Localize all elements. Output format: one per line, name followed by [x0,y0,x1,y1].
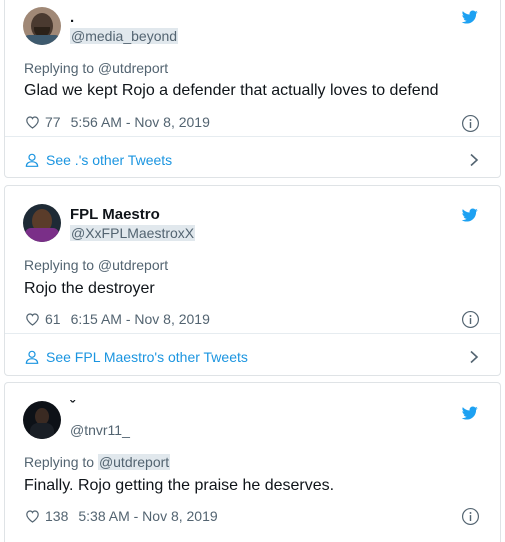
timestamp[interactable]: 5:56 AM - Nov 8, 2019 [71,114,210,130]
tweet-card-2: FPL Maestro @XxFPLMaestroxX Replying to … [4,185,501,376]
chevron-right-icon [468,350,480,364]
tweet-card-3: ˇ @tnvr11_ Replying to @utdreport Finall… [4,382,501,542]
avatar[interactable] [23,7,61,45]
tweet-header: ˇ @tnvr11_ [23,399,130,439]
info-icon[interactable] [461,114,480,133]
person-icon [24,152,40,168]
tweet-card-1: . @media_beyond Replying to @utdreport G… [4,0,501,178]
like-count[interactable]: 77 [45,114,61,130]
tweet-text: Glad we kept Rojo a defender that actual… [24,82,439,99]
see-other-tweets-link[interactable]: See FPL Maestro's other Tweets [24,346,480,368]
divider [5,333,500,334]
replying-to-user[interactable]: @utdreport [97,454,171,470]
heart-icon[interactable] [24,311,41,327]
handle-text[interactable]: @media_beyond [70,27,179,44]
tweet-header: FPL Maestro @XxFPLMaestroxX [23,204,196,242]
see-other-tweets-label: See .'s other Tweets [46,152,173,168]
person-icon [24,349,40,365]
twitter-bird-icon[interactable] [460,207,480,223]
tweet-meta: 77 5:56 AM - Nov 8, 2019 [24,114,210,130]
chevron-right-icon [468,153,480,167]
like-count[interactable]: 138 [45,508,68,524]
twitter-bird-icon[interactable] [460,405,480,421]
handle-text[interactable]: @XxFPLMaestroxX [70,224,196,241]
avatar[interactable] [23,401,61,439]
timestamp[interactable]: 5:38 AM - Nov 8, 2019 [78,508,217,524]
info-icon[interactable] [461,310,480,329]
like-count[interactable]: 61 [45,311,61,327]
user-handle[interactable]: @tnvr11_ [70,421,130,439]
display-name[interactable]: . [70,8,178,27]
display-name[interactable]: FPL Maestro [70,205,195,224]
tweet-text: Finally. Rojo getting the praise he dese… [24,477,335,494]
user-handle[interactable]: @XxFPLMaestroxX [70,224,196,242]
timestamp[interactable]: 6:15 AM - Nov 8, 2019 [71,311,210,327]
replying-to: Replying to @utdreport [24,454,171,470]
divider [5,136,500,137]
replying-to: Replying to @utdreport [24,60,169,76]
info-icon[interactable] [461,507,480,526]
tweet-text: Rojo the destroyer [24,280,155,297]
display-name[interactable]: ˇ [70,399,130,414]
see-other-tweets-link[interactable]: See .'s other Tweets [24,149,480,171]
tweet-meta: 138 5:38 AM - Nov 8, 2019 [24,508,218,524]
tweet-meta: 61 6:15 AM - Nov 8, 2019 [24,311,210,327]
replying-to-prefix: Replying to [24,454,98,470]
tweet-header: . @media_beyond [23,7,179,45]
avatar[interactable] [23,204,61,242]
heart-icon[interactable] [24,114,41,130]
see-other-tweets-label: See FPL Maestro's other Tweets [46,349,248,365]
user-handle[interactable]: @media_beyond [70,27,179,45]
twitter-bird-icon[interactable] [460,9,480,25]
replying-to: Replying to @utdreport [24,257,169,273]
heart-icon[interactable] [24,508,41,524]
